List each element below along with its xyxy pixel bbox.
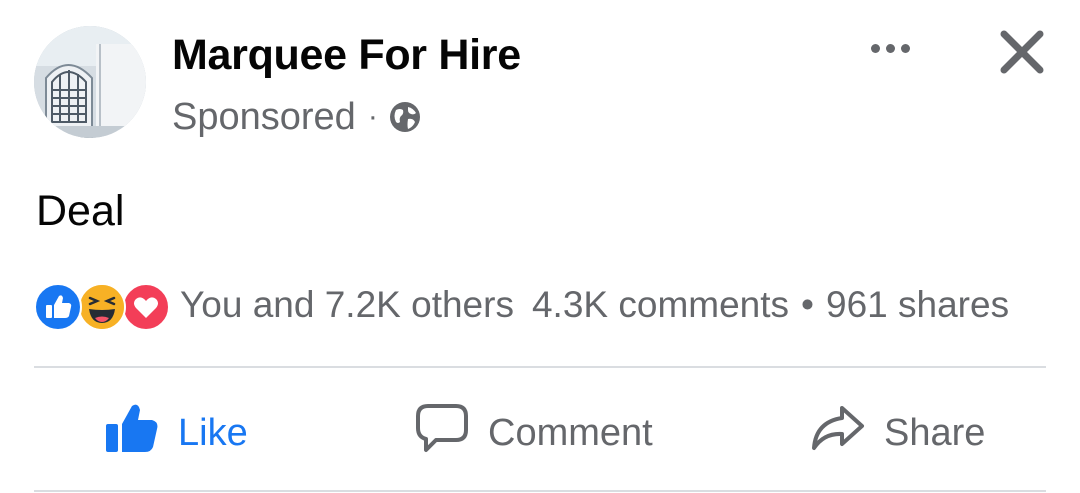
love-reaction-icon — [122, 283, 170, 331]
stats-bullet: • — [801, 284, 814, 325]
share-label: Share — [884, 411, 986, 454]
engagement-stats: 4.3K comments • 961 shares — [532, 284, 1009, 326]
sponsored-label[interactable]: Sponsored — [172, 96, 356, 139]
page-name-link[interactable]: Marquee For Hire — [172, 30, 521, 80]
reaction-icons[interactable] — [34, 281, 172, 331]
thumbs-up-icon — [104, 402, 160, 464]
more-horizontal-dot — [885, 43, 895, 53]
comment-bubble-icon — [414, 402, 470, 464]
feed-post: Marquee For Hire Sponsored · Deal You an… — [0, 0, 1080, 493]
post-text: Deal — [36, 187, 125, 235]
comment-label: Comment — [488, 411, 653, 454]
like-label: Like — [178, 411, 248, 454]
more-horizontal-icon — [870, 43, 880, 53]
like-button[interactable]: Like — [104, 398, 248, 468]
more-horizontal-dot — [900, 43, 910, 53]
comment-button[interactable]: Comment — [414, 398, 653, 468]
shares-count[interactable]: 961 shares — [826, 284, 1009, 325]
more-options-button[interactable] — [858, 28, 922, 68]
page-avatar[interactable] — [34, 26, 146, 138]
comments-count[interactable]: 4.3K comments — [532, 284, 789, 325]
share-button[interactable]: Share — [810, 398, 985, 468]
share-arrow-icon — [810, 402, 866, 464]
meta-separator: · — [367, 100, 378, 133]
reaction-summary[interactable]: You and 7.2K others — [180, 284, 514, 326]
marquee-tent-image — [34, 26, 146, 138]
globe-icon — [388, 100, 422, 134]
divider-top — [34, 366, 1046, 368]
close-button[interactable] — [994, 24, 1050, 80]
haha-reaction-icon — [78, 283, 126, 331]
close-icon — [1000, 30, 1044, 74]
divider-bottom — [34, 490, 1046, 492]
like-reaction-icon — [34, 283, 82, 331]
reactions-bar: You and 7.2K others 4.3K comments • 961 sh… — [34, 280, 1074, 331]
post-meta: Sponsored · — [172, 94, 422, 140]
